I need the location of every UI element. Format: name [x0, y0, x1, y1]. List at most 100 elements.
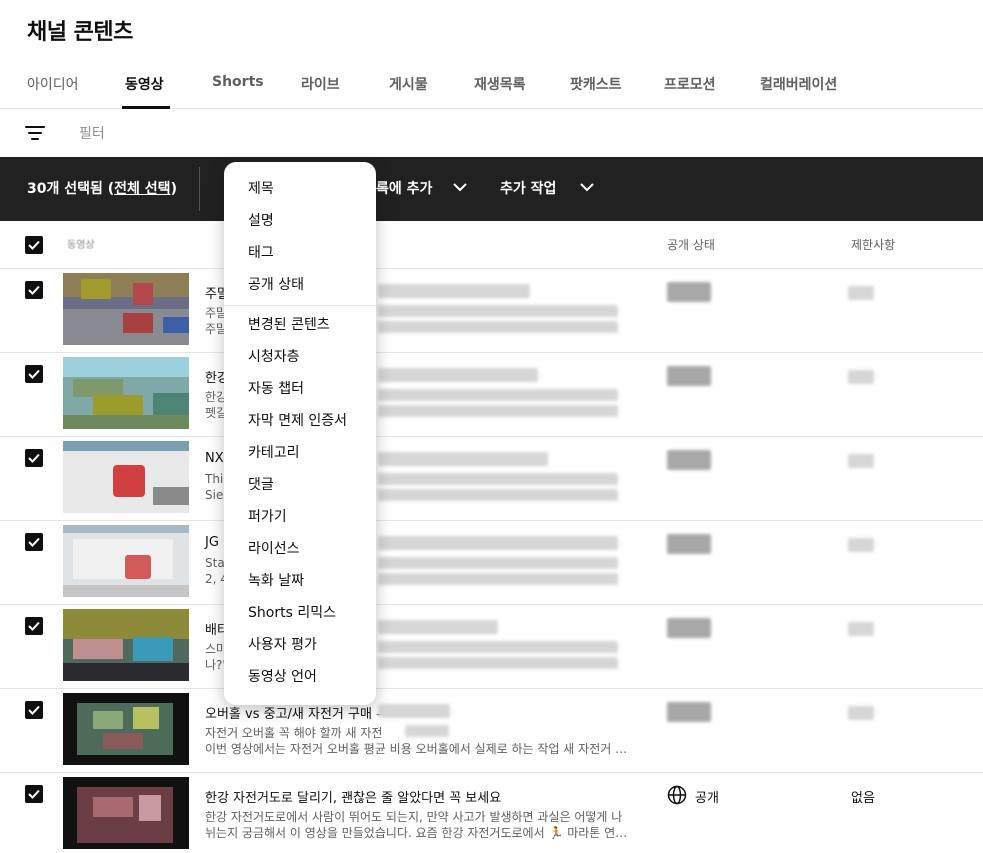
- menu-divider: [224, 305, 376, 306]
- filter-bar: 필터: [0, 109, 983, 157]
- redacted-visibility: [667, 366, 711, 386]
- row-checkbox[interactable]: [25, 617, 43, 635]
- filter-input[interactable]: 필터: [79, 123, 105, 143]
- menu-item-tags[interactable]: 태그: [248, 242, 274, 262]
- tab-collaborations[interactable]: 컬래버레이션: [760, 74, 837, 94]
- header-restrictions[interactable]: 제한사항: [851, 236, 895, 253]
- row-checkbox[interactable]: [25, 701, 43, 719]
- video-title[interactable]: JG: [205, 535, 219, 550]
- tab-ideas[interactable]: 아이디어: [27, 74, 79, 94]
- tab-podcasts[interactable]: 팟캐스트: [570, 74, 622, 94]
- select-all-checkbox[interactable]: [25, 236, 43, 254]
- redacted-restrictions: [848, 370, 874, 384]
- table-row[interactable]: 한강 한강 펫길: [0, 353, 983, 437]
- redacted-text: [378, 573, 618, 585]
- redacted-restrictions: [848, 706, 874, 720]
- menu-item-caption-certification[interactable]: 자막 면제 인증서: [248, 410, 347, 430]
- row-checkbox[interactable]: [25, 449, 43, 467]
- redacted-text: [378, 405, 618, 417]
- tab-playlists[interactable]: 재생목록: [474, 74, 526, 94]
- video-description: 자전거 오버홀 꼭 해야 할까 새 자전: [205, 726, 383, 740]
- add-to-playlist-button[interactable]: 록에 추가: [376, 178, 432, 198]
- table-row[interactable]: 오버홀 vs 중고/새 자전거 구매 – 자전거 오버홀 꼭 해야 할까 새 자…: [0, 689, 983, 773]
- page-title: 채널 콘텐츠: [27, 20, 133, 45]
- redacted-visibility: [667, 618, 711, 638]
- menu-item-ratings[interactable]: 사용자 평가: [248, 634, 317, 654]
- menu-item-category[interactable]: 카테고리: [248, 442, 300, 462]
- video-thumbnail[interactable]: [63, 609, 189, 681]
- menu-item-video-language[interactable]: 동영상 언어: [248, 666, 317, 686]
- redacted-restrictions: [848, 454, 874, 468]
- menu-item-embedding[interactable]: 퍼가기: [248, 506, 287, 526]
- table-row[interactable]: NX This Sier: [0, 437, 983, 521]
- redacted-text: [378, 704, 450, 718]
- redacted-visibility: [667, 450, 711, 470]
- redacted-text: [378, 489, 618, 501]
- header-visibility[interactable]: 공개 상태: [667, 236, 715, 253]
- menu-item-auto-chapters[interactable]: 자동 챕터: [248, 378, 304, 398]
- redacted-text: [378, 536, 618, 550]
- tab-posts[interactable]: 게시물: [389, 74, 428, 94]
- redacted-text: [378, 389, 618, 401]
- visibility-status[interactable]: 공개: [695, 787, 719, 806]
- menu-item-visibility[interactable]: 공개 상태: [248, 274, 304, 294]
- redacted-text: [378, 641, 618, 653]
- video-thumbnail[interactable]: [63, 525, 189, 597]
- header-video[interactable]: 동영상: [67, 236, 95, 251]
- video-thumbnail[interactable]: [63, 693, 189, 765]
- tab-shorts[interactable]: Shorts: [212, 74, 264, 90]
- tab-live[interactable]: 라이브: [301, 74, 340, 94]
- table-row[interactable]: 한강 자전거도로 달리기, 괜찮은 줄 알았다면 꼭 보세요 한강 자전거도로에…: [0, 773, 983, 853]
- video-thumbnail[interactable]: [63, 357, 189, 429]
- restrictions-status: 없음: [851, 791, 875, 806]
- redacted-text: [378, 284, 530, 298]
- table-header: 동영상 공개 상태 제한사항: [0, 221, 983, 269]
- table-row[interactable]: JG Star 2, 4,: [0, 521, 983, 605]
- menu-item-description[interactable]: 설명: [248, 210, 274, 230]
- filter-icon[interactable]: [25, 125, 45, 141]
- redacted-text: [378, 368, 538, 382]
- menu-item-audience[interactable]: 시청자층: [248, 346, 300, 366]
- table-row[interactable]: 배터 스마 나?": [0, 605, 983, 689]
- tab-bar: 아이디어 동영상 Shorts 라이브 게시물 재생목록 팟캐스트 프로모션 컬…: [0, 62, 983, 109]
- menu-item-altered-content[interactable]: 변경된 콘텐츠: [248, 314, 330, 334]
- redacted-restrictions: [848, 286, 874, 300]
- chevron-down-icon[interactable]: [579, 181, 595, 193]
- redacted-visibility: [667, 534, 711, 554]
- menu-item-license[interactable]: 라이선스: [248, 538, 300, 558]
- redacted-restrictions: [848, 622, 874, 636]
- video-thumbnail[interactable]: [63, 441, 189, 513]
- tab-videos[interactable]: 동영상: [125, 74, 164, 94]
- redacted-text: [378, 305, 618, 317]
- menu-item-title[interactable]: 제목: [248, 178, 274, 198]
- menu-item-shorts-remixing[interactable]: Shorts 리믹스: [248, 602, 336, 622]
- row-checkbox[interactable]: [25, 365, 43, 383]
- chevron-down-icon[interactable]: [452, 181, 468, 193]
- menu-item-recording-date[interactable]: 녹화 날짜: [248, 570, 304, 590]
- row-checkbox[interactable]: [25, 533, 43, 551]
- tab-promotions[interactable]: 프로모션: [664, 74, 716, 94]
- video-description: 한강 자전거도로에서 사람이 뛰어도 되는지, 만약 사고가 발생하면 과실은 …: [205, 810, 623, 824]
- globe-icon: [667, 785, 687, 805]
- video-thumbnail[interactable]: [63, 273, 189, 345]
- video-title[interactable]: NX: [205, 451, 224, 466]
- redacted-text: [378, 620, 498, 634]
- more-actions-button[interactable]: 추가 작업: [500, 178, 556, 198]
- redacted-text: [378, 452, 548, 466]
- video-description: 뉘는지 궁금해서 이 영상을 만들었습니다. 요즘 한강 자전거도로에서 🏃 마…: [205, 826, 628, 840]
- divider: [199, 167, 200, 211]
- video-thumbnail[interactable]: [63, 777, 189, 849]
- row-checkbox[interactable]: [25, 785, 43, 803]
- redacted-text: [405, 725, 449, 737]
- row-checkbox[interactable]: [25, 281, 43, 299]
- select-all-link[interactable]: 전체 선택: [114, 181, 170, 197]
- menu-item-comments[interactable]: 댓글: [248, 474, 274, 494]
- bulk-edit-menu: 제목 설명 태그 공개 상태 변경된 콘텐츠 시청자층 자동 챕터 자막 면제 …: [224, 162, 376, 705]
- video-title[interactable]: 오버홀 vs 중고/새 자전거 구매 –: [205, 703, 383, 722]
- video-description: 이번 영상에서는 자전거 오버홀 평균 비용 오버홀에서 실제로 하는 작업 새…: [205, 742, 628, 756]
- redacted-visibility: [667, 282, 711, 302]
- redacted-visibility: [667, 702, 711, 722]
- video-title[interactable]: 한강 자전거도로 달리기, 괜찮은 줄 알았다면 꼭 보세요: [205, 787, 501, 806]
- selection-bar: 30개 선택됨 (전체 선택) 록에 추가 추가 작업: [0, 157, 983, 221]
- table-row[interactable]: 주말 주말 주말: [0, 269, 983, 353]
